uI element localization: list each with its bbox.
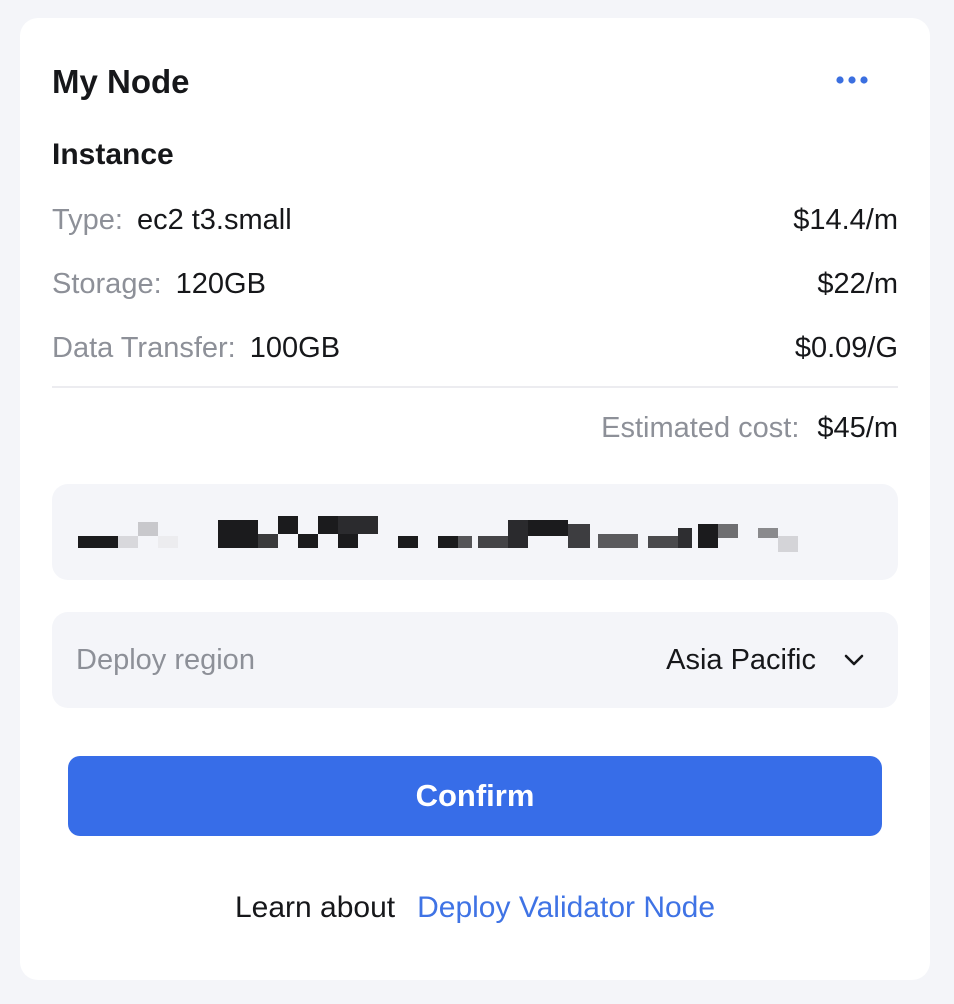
redaction-block <box>318 516 338 534</box>
redaction-block <box>438 536 458 548</box>
redaction-block <box>118 536 138 548</box>
instance-row-storage: Storage: 120GB $22/m <box>52 264 898 304</box>
more-options-button[interactable] <box>830 66 874 94</box>
data-transfer-label: Data Transfer: <box>52 331 236 364</box>
card-title: My Node <box>52 63 190 100</box>
type-value: ec2 t3.small <box>136 203 292 236</box>
redaction-block <box>458 536 472 548</box>
redaction-block <box>508 520 528 548</box>
redaction-block <box>648 536 678 548</box>
redaction-block <box>258 534 278 548</box>
redaction-block <box>338 534 358 548</box>
storage-value: 120GB <box>175 267 266 300</box>
estimated-cost-value: $45/m <box>817 411 898 444</box>
redaction-block <box>78 536 118 548</box>
estimated-cost-label: Estimated cost: <box>601 411 800 444</box>
redaction-block <box>758 528 778 538</box>
instance-row-type: Type: ec2 t3.small $14.4/m <box>52 200 898 240</box>
redaction-block <box>478 536 508 548</box>
redaction-block <box>298 534 318 548</box>
deploy-region-label: Deploy region <box>76 643 255 676</box>
redaction-block <box>398 536 418 548</box>
node-card: My Node Instance Type: ec2 t3.small $14.4… <box>20 18 930 980</box>
confirm-button[interactable]: Confirm <box>68 756 882 836</box>
redaction-block <box>678 528 692 548</box>
chevron-down-icon <box>844 654 864 666</box>
address-field-redacted[interactable] <box>52 484 898 580</box>
storage-price: $22/m <box>817 267 898 300</box>
redaction-block <box>528 520 568 536</box>
redaction-block <box>698 524 718 548</box>
redaction-block <box>718 524 738 538</box>
deploy-region-value: Asia Pacific <box>666 643 816 676</box>
deploy-validator-node-link[interactable]: Deploy Validator Node <box>417 891 715 924</box>
divider <box>52 386 898 388</box>
deploy-region-select[interactable]: Deploy region Asia Pacific <box>52 612 898 708</box>
more-horizontal-icon <box>836 76 868 84</box>
redaction-block <box>778 536 798 552</box>
type-label: Type: <box>52 203 123 236</box>
estimated-cost: Estimated cost: $45/m <box>601 408 898 448</box>
data-transfer-value: 100GB <box>249 331 341 364</box>
redaction-block <box>598 534 638 548</box>
redaction-block <box>568 524 590 548</box>
type-price: $14.4/m <box>793 203 898 236</box>
learn-about-text: Learn about <box>234 891 396 924</box>
redaction-block <box>158 536 178 548</box>
learn-more-row: Learn about Deploy Validator Node <box>20 888 930 928</box>
data-transfer-price: $0.09/G <box>794 331 898 364</box>
redaction-block <box>138 522 158 536</box>
redaction-block <box>218 520 258 548</box>
storage-label: Storage: <box>52 267 162 300</box>
redaction-block <box>338 516 378 534</box>
instance-row-data-transfer: Data Transfer: 100GB $0.09/G <box>52 328 898 368</box>
redaction-block <box>278 516 298 534</box>
instance-section-title: Instance <box>52 138 174 171</box>
